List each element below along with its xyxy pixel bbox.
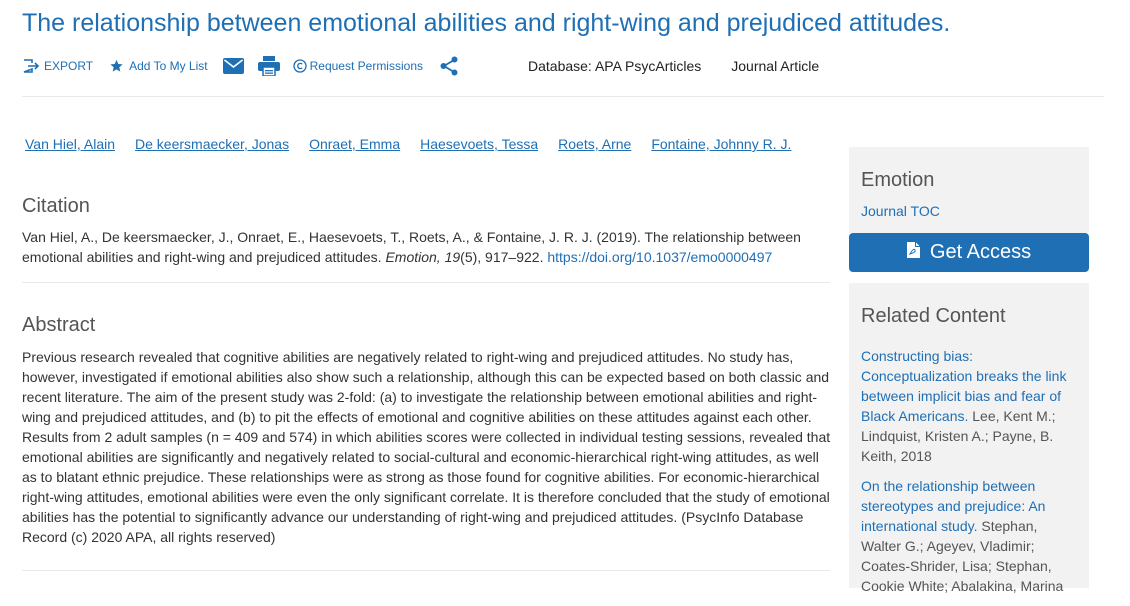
abstract-divider xyxy=(22,570,830,571)
article-toolbar: EXPORT Add To My List Request Permission… xyxy=(22,52,819,80)
email-button[interactable] xyxy=(222,58,244,74)
abstract-text: Previous research revealed that cognitiv… xyxy=(22,349,831,545)
pdf-file-icon xyxy=(906,241,930,264)
star-icon xyxy=(109,59,124,73)
related-item: On the relationship between stereotypes … xyxy=(861,476,1076,596)
print-button[interactable] xyxy=(257,56,280,76)
envelope-icon xyxy=(222,58,244,74)
related-item: Constructing bias: Conceptualization bre… xyxy=(861,346,1076,466)
author-link[interactable]: Onraet, Emma xyxy=(309,136,400,152)
request-permissions-label: Request Permissions xyxy=(309,59,423,73)
copyright-icon xyxy=(292,59,307,73)
header-divider xyxy=(22,96,1104,97)
share-icon xyxy=(439,56,459,76)
export-button[interactable]: EXPORT xyxy=(22,58,93,74)
journal-name: Emotion xyxy=(861,169,935,191)
add-to-list-label: Add To My List xyxy=(129,59,208,73)
get-access-button[interactable]: Get Access xyxy=(849,233,1089,272)
related-content-panel: Related Content Constructing bias: Conce… xyxy=(849,283,1089,594)
document-type: Journal Article xyxy=(731,58,820,74)
author-link[interactable]: Van Hiel, Alain xyxy=(25,136,115,152)
author-link[interactable]: Haesevoets, Tessa xyxy=(420,136,538,152)
share-button[interactable] xyxy=(439,56,459,76)
author-link[interactable]: Roets, Arne xyxy=(558,136,631,152)
abstract-heading: Abstract xyxy=(22,314,96,336)
export-label: EXPORT xyxy=(44,59,94,73)
citation-pages: (5), 917–922. xyxy=(460,249,548,265)
get-access-label: Get Access xyxy=(929,241,1032,263)
doi-link[interactable]: https://doi.org/10.1037/emo0000497 xyxy=(547,249,772,265)
author-link[interactable]: De keersmaecker, Jonas xyxy=(135,136,289,152)
printer-icon xyxy=(257,56,280,76)
add-to-list-button[interactable]: Add To My List xyxy=(109,59,208,73)
article-title: The relationship between emotional abili… xyxy=(22,9,951,37)
citation-divider xyxy=(22,282,830,283)
related-content-heading: Related Content xyxy=(861,305,1006,327)
related-content-list: Constructing bias: Conceptualization bre… xyxy=(861,346,1076,606)
citation-journal-volume: Emotion, 19 xyxy=(385,249,461,265)
journal-toc-link[interactable]: Journal TOC xyxy=(861,203,940,219)
journal-panel: Emotion Journal TOC xyxy=(849,147,1089,233)
citation-text: Van Hiel, A., De keersmaecker, J., Onrae… xyxy=(22,227,822,267)
citation-heading: Citation xyxy=(22,195,90,217)
export-icon xyxy=(22,58,40,74)
request-permissions-button[interactable]: Request Permissions xyxy=(292,59,423,73)
author-list: Van Hiel, Alain De keersmaecker, Jonas O… xyxy=(25,136,811,152)
author-link[interactable]: Fontaine, Johnny R. J. xyxy=(651,136,791,152)
database-label: Database: APA PsycArticles xyxy=(528,58,702,74)
